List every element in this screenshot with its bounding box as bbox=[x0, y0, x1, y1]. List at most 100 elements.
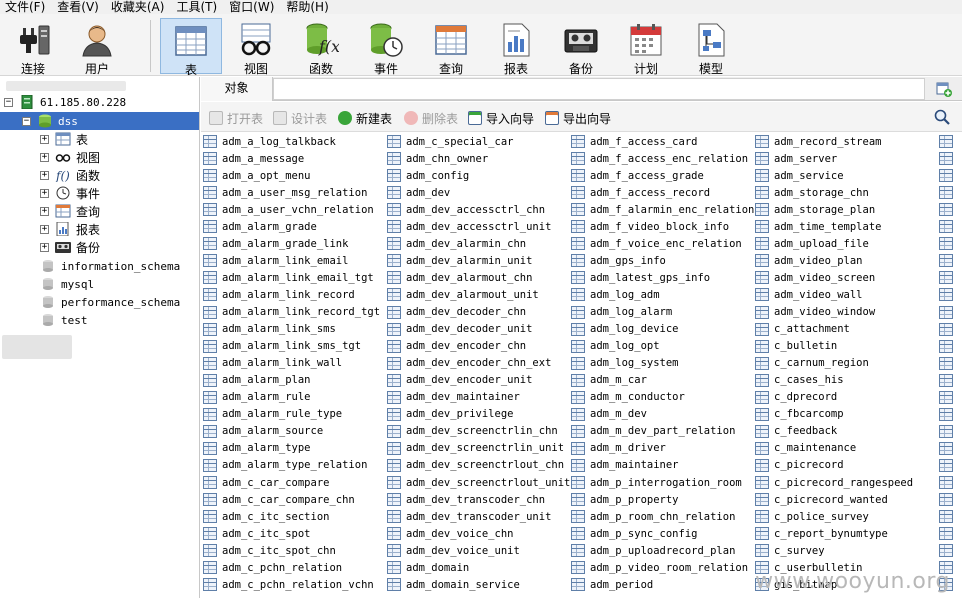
table-item[interactable]: adm_c_itc_spot_chn bbox=[203, 542, 336, 559]
connection-button[interactable]: 连接 bbox=[2, 18, 64, 76]
table-item[interactable]: adm_log_adm bbox=[571, 286, 660, 303]
table-item[interactable]: adm_dev_encoder_unit bbox=[387, 372, 532, 389]
table-item[interactable]: adm_alarm_grade_link bbox=[203, 235, 348, 252]
tab-objects[interactable]: 对象 bbox=[201, 77, 273, 101]
table-item[interactable]: adm_dev_accessctrl_unit bbox=[387, 218, 551, 235]
tree-database-dss[interactable]: − dss bbox=[0, 112, 199, 130]
collapse-toggle[interactable]: − bbox=[22, 116, 31, 126]
table-item[interactable]: adm_dev_alarmout_unit bbox=[387, 286, 539, 303]
table-item[interactable]: adm_m_conductor bbox=[571, 389, 685, 406]
table-item[interactable]: c_survey bbox=[755, 542, 825, 559]
report-button[interactable]: 报表 bbox=[485, 18, 547, 76]
expand-toggle[interactable]: + bbox=[40, 188, 49, 198]
table-item[interactable]: adm_dev_encoder_chn_ext bbox=[387, 355, 551, 372]
tree-item-events[interactable]: + 事件 bbox=[40, 184, 100, 202]
menu-window[interactable]: 窗口(W) bbox=[224, 0, 278, 14]
table-item[interactable]: adm_upload_file bbox=[755, 235, 869, 252]
table-item[interactable]: c_fbcarcomp bbox=[755, 406, 844, 423]
table-item[interactable]: adm_period bbox=[571, 576, 653, 593]
table-item[interactable]: adm_alarm_type bbox=[203, 440, 311, 457]
tree-database-information-schema[interactable]: information_schema bbox=[40, 257, 180, 275]
table-item[interactable]: adm_maintainer bbox=[571, 457, 679, 474]
table-item[interactable]: adm_dev_accessctrl_chn bbox=[387, 201, 545, 218]
table-item[interactable]: c_feedback bbox=[755, 423, 837, 440]
tree-item-functions[interactable]: + f() 函数 bbox=[40, 166, 100, 184]
table-item[interactable]: adm_p_uploadrecord_plan bbox=[571, 542, 735, 559]
table-item[interactable]: adm_f_voice_enc_relation bbox=[571, 235, 742, 252]
tree-item-tables[interactable]: + 表 bbox=[40, 130, 88, 148]
table-item[interactable]: adm_video_screen bbox=[755, 269, 875, 286]
table-item[interactable]: adm_alarm_rule bbox=[203, 389, 311, 406]
tree-item-queries[interactable]: + 查询 bbox=[40, 202, 100, 220]
menu-tools[interactable]: 工具(T) bbox=[171, 0, 221, 14]
table-item[interactable]: adm_m_driver bbox=[571, 440, 666, 457]
table-item[interactable]: adm_m_dev_part_relation bbox=[571, 423, 735, 440]
menu-file[interactable]: 文件(F) bbox=[0, 0, 49, 14]
table-item[interactable]: adm_alarm_link_email bbox=[203, 252, 348, 269]
table-item[interactable]: adm_dev_screenctrlin_chn bbox=[387, 423, 558, 440]
table-item[interactable]: adm_domain bbox=[387, 559, 469, 576]
table-item[interactable]: c_attachment bbox=[755, 321, 850, 338]
table-item[interactable]: adm_dev_alarmin_chn bbox=[387, 235, 526, 252]
expand-toggle[interactable]: + bbox=[40, 206, 49, 216]
table-item[interactable]: adm_dev_alarmin_unit bbox=[387, 252, 532, 269]
table-item[interactable]: adm_c_car_compare bbox=[203, 474, 329, 491]
table-item[interactable]: adm_c_itc_spot bbox=[203, 525, 311, 542]
table-item[interactable]: adm_dev_transcoder_chn bbox=[387, 491, 545, 508]
expand-toggle[interactable]: + bbox=[40, 170, 49, 180]
menu-view[interactable]: 查看(V) bbox=[52, 0, 103, 14]
table-item[interactable]: adm_dev_alarmout_chn bbox=[387, 269, 532, 286]
table-item[interactable]: adm_alarm_grade bbox=[203, 218, 317, 235]
table-item[interactable]: adm_c_itc_section bbox=[203, 508, 329, 525]
table-button[interactable]: 表 bbox=[160, 18, 222, 77]
function-button[interactable]: f(x) 函数 bbox=[290, 18, 352, 76]
table-item[interactable]: adm_video_wall bbox=[755, 286, 863, 303]
add-tab-icon[interactable] bbox=[936, 81, 952, 97]
event-button[interactable]: 事件 bbox=[355, 18, 417, 76]
expand-toggle[interactable]: + bbox=[40, 152, 49, 162]
expand-toggle[interactable]: + bbox=[40, 242, 49, 252]
table-item[interactable]: adm_service bbox=[755, 167, 844, 184]
table-item[interactable]: adm_c_special_car bbox=[387, 133, 513, 150]
table-item[interactable]: c_picrecord_rangespeed bbox=[755, 474, 913, 491]
table-item[interactable]: adm_p_video_room_relation bbox=[571, 559, 748, 576]
tree-database-test[interactable]: test bbox=[40, 311, 88, 329]
tree-database-mysql[interactable]: mysql bbox=[40, 275, 94, 293]
tree-item-views[interactable]: + 视图 bbox=[40, 148, 100, 166]
table-item[interactable]: adm_dev bbox=[387, 184, 450, 201]
table-item[interactable]: adm_alarm_source bbox=[203, 423, 323, 440]
table-item[interactable]: adm_p_room_chn_relation bbox=[571, 508, 735, 525]
backup-button[interactable]: 备份 bbox=[550, 18, 612, 76]
table-item[interactable]: adm_log_system bbox=[571, 355, 679, 372]
table-item[interactable]: adm_latest_gps_info bbox=[571, 269, 710, 286]
table-item[interactable]: adm_alarm_link_record_tgt bbox=[203, 304, 380, 321]
table-item[interactable]: adm_c_pchn_relation_vchn bbox=[203, 576, 374, 593]
table-item[interactable]: adm_alarm_link_sms bbox=[203, 321, 336, 338]
user-button[interactable]: 用户 bbox=[66, 18, 128, 76]
tree-server[interactable]: − 61.185.80.228 bbox=[4, 93, 126, 111]
open-table-button[interactable]: 打开表 bbox=[209, 110, 263, 126]
table-item[interactable]: adm_f_alarmin_enc_relation bbox=[571, 201, 754, 218]
table-item[interactable]: c_picrecord bbox=[755, 457, 844, 474]
table-item[interactable]: adm_record_stream bbox=[755, 133, 881, 150]
table-item[interactable]: adm_log_opt bbox=[571, 338, 660, 355]
table-item[interactable]: adm_a_message bbox=[203, 150, 304, 167]
table-item[interactable]: adm_c_car_compare_chn bbox=[203, 491, 355, 508]
table-item[interactable]: adm_dev_encoder_chn bbox=[387, 338, 526, 355]
table-item[interactable]: c_carnum_region bbox=[755, 355, 869, 372]
table-item[interactable]: adm_c_pchn_relation bbox=[203, 559, 342, 576]
table-item[interactable]: adm_alarm_link_email_tgt bbox=[203, 269, 374, 286]
menu-help[interactable]: 帮助(H) bbox=[281, 0, 332, 14]
table-item[interactable]: adm_dev_transcoder_unit bbox=[387, 508, 551, 525]
new-table-button[interactable]: 新建表 bbox=[338, 110, 392, 126]
table-item[interactable]: adm_time_template bbox=[755, 218, 881, 235]
table-item[interactable]: adm_m_dev bbox=[571, 406, 647, 423]
model-button[interactable]: 模型 bbox=[680, 18, 742, 76]
table-item[interactable]: adm_chn_owner bbox=[387, 150, 488, 167]
table-item[interactable]: adm_alarm_rule_type bbox=[203, 406, 342, 423]
tree-item-backups[interactable]: + 备份 bbox=[40, 238, 100, 256]
table-item[interactable]: adm_video_window bbox=[755, 304, 875, 321]
table-item[interactable]: adm_dev_voice_unit bbox=[387, 542, 520, 559]
table-item[interactable]: adm_dev_decoder_chn bbox=[387, 304, 526, 321]
view-button[interactable]: 视图 bbox=[225, 18, 287, 76]
